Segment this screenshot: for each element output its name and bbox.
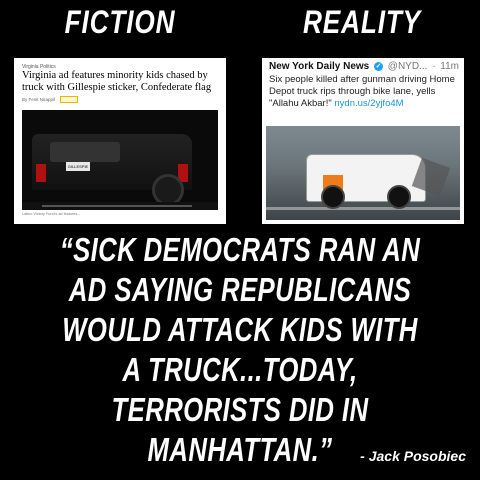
article-headline: Virginia ad features minority kids chase…: [22, 70, 212, 93]
verified-badge-icon: ✓: [374, 61, 384, 71]
fiction-title: FICTION: [64, 4, 176, 40]
tweet-screenshot: New York Daily News ✓ @NYD... · 11m Six …: [262, 58, 464, 224]
account-handle: @NYD...: [387, 61, 428, 72]
bumper-sticker: GILLESPIE: [66, 162, 90, 171]
byline-author: By Fenit Nirappil: [22, 97, 56, 102]
tweet-body: Six people killed after gunman driving H…: [269, 74, 459, 110]
tweet-photo[interactable]: [266, 126, 460, 220]
tweet-link[interactable]: nydn.us/2yjfo4M: [334, 98, 403, 109]
crashed-truck-image: [306, 154, 426, 209]
truck-wheel: [387, 185, 411, 209]
tweet-header: New York Daily News ✓ @NYD... · 11m: [269, 61, 460, 72]
road-marking: [266, 207, 460, 210]
tweet-time: 11m: [440, 61, 460, 72]
video-controls[interactable]: [22, 202, 218, 210]
quote-attribution: - Jack Posobiec: [360, 448, 466, 464]
news-article-screenshot: Virginia Politics Virginia ad features m…: [14, 58, 226, 224]
article-byline: By Fenit Nirappil: [22, 96, 79, 103]
reality-title: REALITY: [302, 4, 421, 40]
quote-text: “SICK DEMOCRATS RAN AN AD SAYING REPUBLI…: [59, 231, 421, 468]
byline-tag: [60, 96, 79, 103]
video-player[interactable]: GILLESPIE: [22, 110, 218, 210]
truck-rear-window: [50, 142, 120, 162]
video-progress-bar[interactable]: [42, 205, 192, 207]
account-name: New York Daily News: [269, 61, 370, 72]
tail-light-left: [36, 164, 46, 182]
video-caption: Latino Victory Fund's ad features...: [22, 212, 81, 216]
truck-wheel: [321, 185, 345, 209]
